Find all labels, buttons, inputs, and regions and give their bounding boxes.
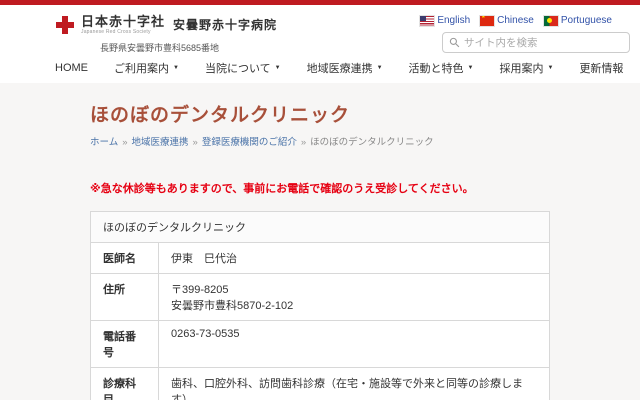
- language-label: English: [437, 15, 471, 26]
- table-header-row: ほのぼのデンタルクリニック: [90, 211, 550, 243]
- language-link-chinese[interactable]: Chinese: [479, 14, 534, 27]
- main-nav: HOME ご利用案内 ▼ 当院について ▼ 地域医療連携 ▼ 活動と特色 ▼ 採用案内 ▼ 更新情報: [0, 53, 640, 83]
- nav-item-label: ご利用案内: [114, 63, 169, 75]
- chevron-down-icon: ▼: [173, 65, 179, 71]
- chevron-down-icon: ▼: [467, 65, 474, 71]
- row-value: 〒399-8205 安曇野市豊科5870-2-102: [158, 273, 550, 321]
- nav-item-regional-medical[interactable]: 地域医療連携 ▼: [307, 60, 383, 76]
- chevron-down-icon: ▼: [547, 65, 554, 71]
- site-header: 日本赤十字社 Japanese Red Cross Society 安曇野赤十字…: [0, 5, 640, 53]
- language-link-portuguese[interactable]: Portuguese: [542, 14, 612, 27]
- row-label: 診療科目: [90, 367, 159, 400]
- nav-item-label: 採用案内: [499, 63, 544, 75]
- row-label: 住所: [90, 273, 159, 321]
- table-row: 医師名 伊東 巳代治: [90, 242, 550, 274]
- row-value: 0263-73-0535: [158, 320, 550, 368]
- site-search: [442, 32, 630, 53]
- logo-link[interactable]: 日本赤十字社 Japanese Red Cross Society 安曇野赤十字…: [55, 15, 277, 35]
- search-icon: [449, 37, 460, 48]
- breadcrumb-separator: »: [192, 137, 198, 148]
- org-name: 日本赤十字社: [81, 14, 166, 29]
- nav-item-label: 地域医療連携: [306, 63, 373, 75]
- row-label: 電話番号: [90, 320, 159, 368]
- table-row: 診療科目 歯科、口腔外科、訪問歯科診療（在宅・施設等で外来と同等の診療します）: [90, 367, 550, 400]
- nav-item-label: 当院について: [204, 63, 271, 75]
- breadcrumb-link[interactable]: ホーム: [90, 137, 118, 148]
- nav-item-recruit[interactable]: 採用案内 ▼: [499, 60, 553, 76]
- nav-item-activities[interactable]: 活動と特色 ▼: [409, 60, 474, 76]
- nav-item-home[interactable]: HOME: [55, 62, 88, 74]
- language-label: Chinese: [497, 15, 534, 26]
- breadcrumb-link[interactable]: 登録医療機関のご紹介: [202, 137, 297, 148]
- row-value: 伊東 巳代治: [158, 242, 550, 274]
- nav-item-label: 活動と特色: [408, 63, 464, 75]
- hospital-address: 長野県安曇野市豊科5685番地: [100, 43, 220, 53]
- row-value: 歯科、口腔外科、訪問歯科診療（在宅・施設等で外来と同等の診療します）: [158, 367, 550, 400]
- nav-item-updates[interactable]: 更新情報: [579, 60, 623, 76]
- notice-text: ※急な休診等もありますので、事前にお電話で確認のうえ受診してください。: [90, 183, 474, 195]
- hospital-name: 安曇野赤十字病院: [173, 18, 278, 32]
- language-label: Portuguese: [560, 15, 612, 26]
- search-input[interactable]: [464, 36, 623, 49]
- table-row: 電話番号 0263-73-0535: [90, 320, 550, 368]
- nav-item-guide[interactable]: ご利用案内 ▼: [114, 60, 179, 76]
- red-cross-icon: [55, 15, 75, 35]
- table-row: 住所 〒399-8205 安曇野市豊科5870-2-102: [90, 273, 550, 321]
- clinic-table-header: ほのぼのデンタルクリニック: [90, 211, 550, 243]
- cn-flag-icon: [479, 14, 496, 27]
- chevron-down-icon: ▼: [376, 65, 383, 71]
- pt-flag-icon: [542, 14, 559, 27]
- page-title: ほのぼのデンタルクリニック: [90, 105, 351, 126]
- org-block: 日本赤十字社 Japanese Red Cross Society: [81, 15, 165, 35]
- breadcrumb-separator: »: [122, 137, 128, 148]
- language-switcher: English Chinese Portuguese: [419, 14, 612, 27]
- clinic-info-table: ほのぼのデンタルクリニック 医師名 伊東 巳代治 住所 〒399-8205 安曇野市豊科5…: [90, 211, 550, 400]
- chevron-down-icon: ▼: [274, 65, 281, 71]
- org-subtitle: Japanese Red Cross Society: [81, 29, 151, 35]
- breadcrumb-separator: »: [300, 137, 307, 148]
- breadcrumb-link[interactable]: 地域医療連携: [132, 137, 189, 148]
- nav-item-about[interactable]: 当院について ▼: [205, 60, 281, 76]
- us-flag-icon: [419, 14, 436, 27]
- nav-item-label: 更新情報: [579, 63, 624, 75]
- page-content: ほのぼのデンタルクリニック ホーム» 地域医療連携» 登録医療機関のご紹介» ほのぼの…: [0, 83, 640, 400]
- row-label: 医師名: [90, 242, 159, 274]
- breadcrumb: ホーム» 地域医療連携» 登録医療機関のご紹介» ほのぼのデンタルクリニック: [90, 134, 640, 148]
- nav-item-label: HOME: [55, 62, 88, 74]
- language-link-english[interactable]: English: [419, 14, 471, 27]
- breadcrumb-current: ほのぼのデンタルクリニック: [310, 137, 434, 148]
